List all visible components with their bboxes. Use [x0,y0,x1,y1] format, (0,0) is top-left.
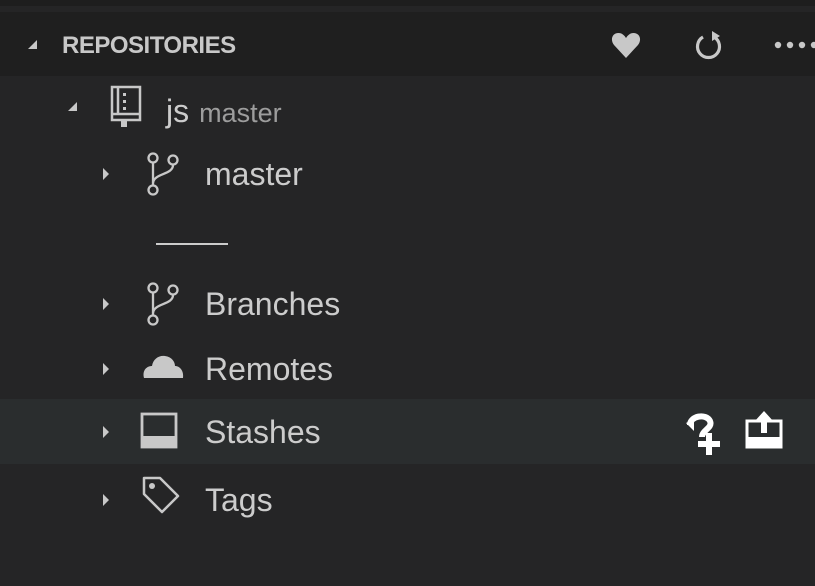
branches-row[interactable]: Branches [0,271,815,336]
repositories-view: REPOSITORIES js master master Branches R… [0,0,815,586]
stashes-label: Stashes [205,414,321,450]
repository-row[interactable]: js master [0,76,815,141]
expand-chevron-icon[interactable] [68,102,77,111]
repository-branch: master [199,98,282,128]
git-branch-icon [147,152,179,196]
stashes-row[interactable]: Stashes [0,399,815,464]
collapse-chevron-icon[interactable] [28,40,37,49]
section-header[interactable]: REPOSITORIES [0,12,815,76]
section-title: REPOSITORIES [62,32,236,59]
inbox-icon [140,412,178,449]
repo-icon [110,85,142,127]
remotes-row[interactable]: Remotes [0,336,815,401]
remotes-label: Remotes [205,351,334,387]
expand-chevron-icon[interactable] [103,494,109,506]
refresh-icon[interactable] [688,28,728,62]
git-branch-icon [147,282,179,326]
expand-chevron-icon[interactable] [103,426,109,438]
stash-apply-icon[interactable] [745,409,783,449]
current-branch-label: master [205,156,303,192]
expand-chevron-icon[interactable] [103,168,109,180]
heart-icon[interactable] [606,28,646,62]
more-icon[interactable] [770,28,815,62]
tags-label: Tags [205,482,273,518]
tags-row[interactable]: Tags [0,464,815,529]
current-branch-row[interactable]: master [0,141,815,206]
expand-chevron-icon[interactable] [103,298,109,310]
branches-label: Branches [205,286,341,322]
expand-chevron-icon[interactable] [103,363,109,375]
stash-save-icon[interactable] [686,411,726,455]
tag-icon [142,476,180,514]
repository-label: js master [166,93,282,131]
repository-name: js [166,93,190,129]
cloud-icon [143,355,184,378]
separator [156,243,228,245]
